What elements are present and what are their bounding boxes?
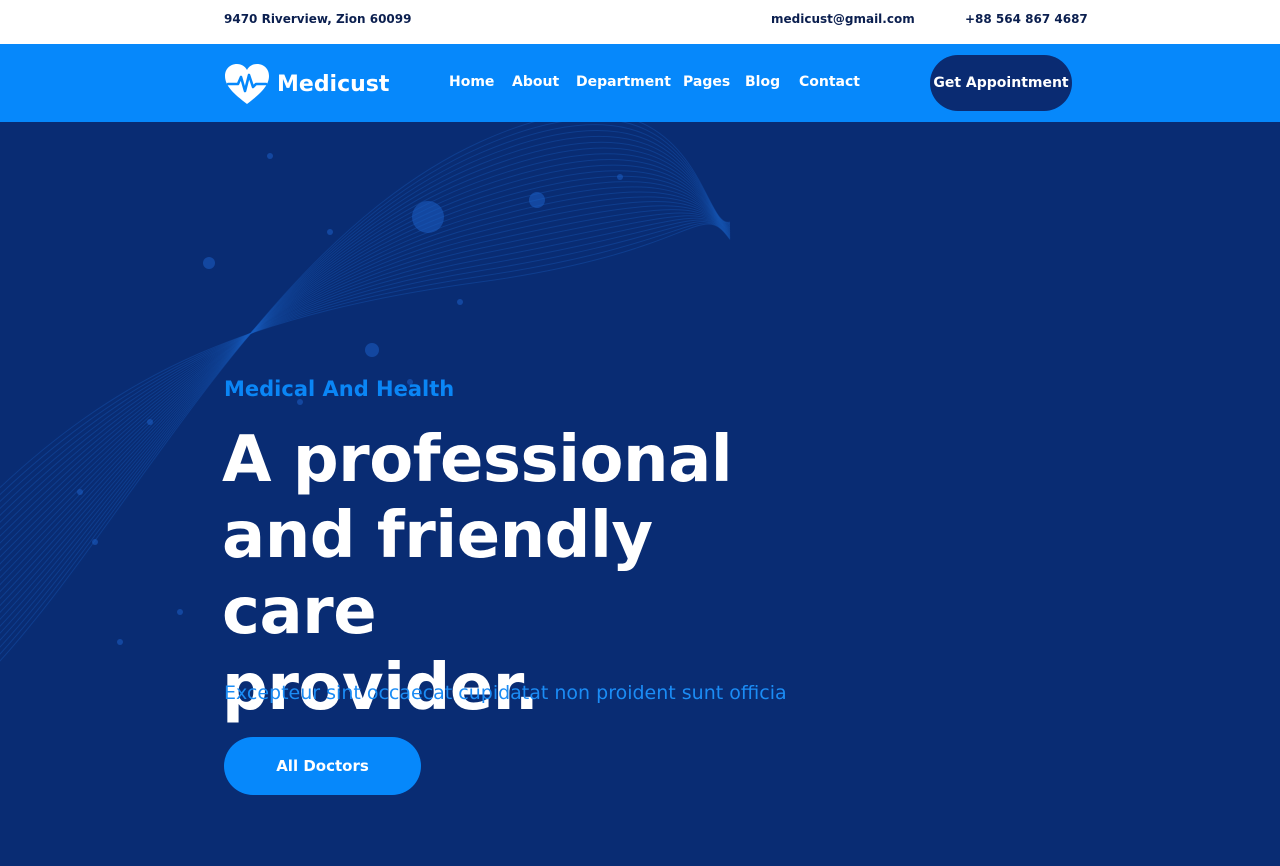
hero-section: Medical And Health A professional and fr… [0, 122, 1280, 866]
nav-contact[interactable]: Contact [799, 74, 860, 90]
hero-headline: A professional and friendly care provide… [222, 422, 822, 726]
all-doctors-button[interactable]: All Doctors [224, 737, 421, 795]
top-info-bar: 9470 Riverview, Zion 60099 medicust@gmai… [0, 0, 1280, 44]
nav-pages[interactable]: Pages [683, 74, 730, 90]
nav-about[interactable]: About [512, 74, 559, 90]
brand-name: Medicust [277, 71, 390, 97]
hero-eyebrow: Medical And Health [224, 377, 455, 401]
main-navbar: Medicust Home About Department Pages Blo… [0, 44, 1280, 122]
logo[interactable]: Medicust [224, 62, 389, 106]
hero-subtitle: Excepteur sint occaecat cupidatat non pr… [224, 682, 787, 704]
phone-link[interactable]: +88 564 867 4687 [965, 12, 1088, 26]
nav-department[interactable]: Department [576, 74, 671, 90]
heart-pulse-icon [225, 64, 269, 104]
address-text: 9470 Riverview, Zion 60099 [224, 12, 412, 26]
headline-line-1: A professional [222, 423, 733, 497]
get-appointment-button[interactable]: Get Appointment [930, 55, 1072, 111]
email-link[interactable]: medicust@gmail.com [771, 12, 915, 26]
nav-home[interactable]: Home [449, 74, 494, 90]
nav-blog[interactable]: Blog [745, 74, 780, 90]
headline-line-2: and friendly care [222, 499, 653, 649]
